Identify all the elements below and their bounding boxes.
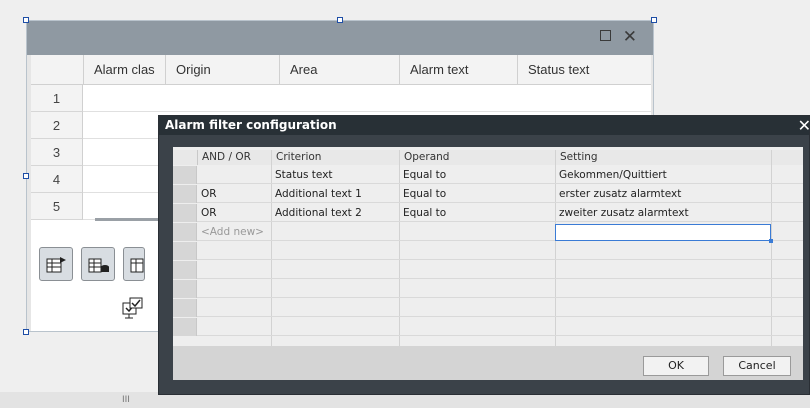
row-number[interactable]: 2 [31,112,83,139]
alarm-table-header: Alarm clas Origin Area Alarm text Status… [31,55,651,85]
operand-cell[interactable]: Equal to [399,204,555,222]
row-number[interactable]: 4 [31,166,83,193]
add-new-row[interactable]: <Add new> [173,223,803,243]
resize-handle[interactable] [23,329,29,335]
row-selector[interactable] [173,204,197,222]
column-header-criterion[interactable]: Criterion [271,150,399,165]
column-header-operand[interactable]: Operand [399,150,555,165]
table-row[interactable]: OR Additional text 2 Equal to zweiter zu… [173,204,803,222]
table-db-icon[interactable] [81,247,115,281]
row-selector [173,280,197,298]
empty-row [173,242,803,260]
checklist-icon[interactable] [121,297,145,324]
alarm-view-titlebar: ✕ [27,21,653,55]
criterion-cell[interactable]: Status text [271,166,399,184]
and-or-cell[interactable]: OR [197,185,271,203]
table-row[interactable]: Status text Equal to Gekommen/Quittiert [173,166,803,184]
ok-button[interactable]: OK [643,356,709,376]
empty-row [173,261,803,279]
row-selector [173,242,197,260]
column-header-filler [771,150,803,165]
operand-cell[interactable]: Equal to [399,166,555,184]
column-header-alarm-text[interactable]: Alarm text [399,55,517,85]
row-number[interactable]: 3 [31,139,83,166]
table-row[interactable] [83,85,651,112]
setting-cell[interactable]: Gekommen/Quittiert [555,166,771,184]
resize-handle[interactable] [651,17,657,23]
column-header-alarm-class[interactable]: Alarm clas [83,55,165,85]
filter-grid: AND / OR Criterion Operand Setting Statu… [173,147,803,346]
close-icon[interactable]: ✕ [623,27,637,47]
resize-handle[interactable] [337,17,343,23]
dialog-title: Alarm filter configuration [159,116,809,135]
add-new-cell[interactable]: <Add new> [197,223,271,241]
column-header-status-text[interactable]: Status text [517,55,651,85]
column-header-origin[interactable]: Origin [165,55,279,85]
operand-cell[interactable]: Equal to [399,185,555,203]
row-selector [173,261,197,279]
row-selector [173,299,197,317]
table-row[interactable]: OR Additional text 1 Equal to erster zus… [173,185,803,203]
column-header-and-or[interactable]: AND / OR [197,150,271,165]
table-arrow-icon[interactable] [39,247,73,281]
close-icon[interactable]: ✕ [798,116,810,135]
row-number[interactable]: 1 [31,85,83,112]
alarm-filter-dialog: Alarm filter configuration ✕ AND / OR Cr… [158,115,810,395]
empty-row [173,318,803,336]
filter-grid-header: AND / OR Criterion Operand Setting [173,150,803,165]
resize-handle[interactable] [23,17,29,23]
row-selector[interactable] [173,223,197,241]
setting-edit-field[interactable] [555,224,773,243]
empty-row [173,280,803,298]
row-number[interactable]: 5 [31,193,83,220]
setting-cell[interactable]: zweiter zusatz alarmtext [555,204,771,222]
column-header-setting[interactable]: Setting [555,150,771,165]
resize-handle[interactable] [23,173,29,179]
cancel-button[interactable]: Cancel [723,356,791,376]
row-selector[interactable] [173,166,197,184]
row-selector-header [173,150,197,165]
row-selector [173,318,197,336]
scrollbar-grip[interactable]: III [122,395,130,405]
and-or-cell[interactable]: OR [197,204,271,222]
dialog-footer: OK Cancel [173,346,803,380]
row-selector[interactable] [173,185,197,203]
column-header-area[interactable]: Area [279,55,399,85]
dialog-body: AND / OR Criterion Operand Setting Statu… [173,147,803,380]
criterion-cell[interactable]: Additional text 1 [271,185,399,203]
setting-cell[interactable]: erster zusatz alarmtext [555,185,771,203]
table-filter-icon[interactable] [123,247,145,281]
empty-row [173,299,803,317]
and-or-cell[interactable] [197,166,271,184]
criterion-cell[interactable]: Additional text 2 [271,204,399,222]
row-number-header [31,55,83,85]
maximize-icon[interactable] [600,27,611,45]
